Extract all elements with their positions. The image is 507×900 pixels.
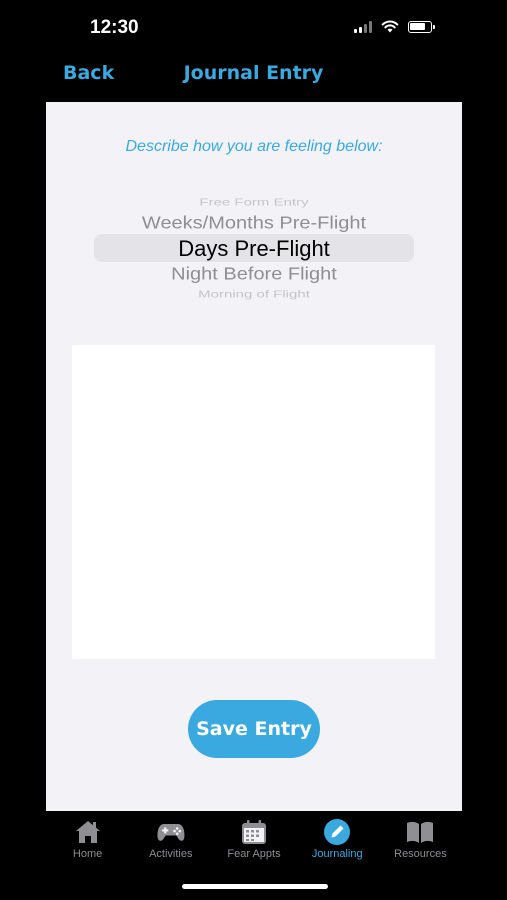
feeling-prompt: Describe how you are feeling below: (125, 138, 383, 155)
save-entry-button[interactable]: Save Entry (188, 700, 320, 758)
pencil-icon (322, 819, 352, 845)
tab-journaling[interactable]: Journaling (296, 811, 379, 871)
tab-activities[interactable]: Activities (129, 811, 212, 871)
wifi-icon (381, 20, 399, 33)
home-icon (73, 819, 103, 845)
tab-label: Fear Appts (227, 848, 281, 860)
picker-option-selected[interactable]: Days Pre-Flight (92, 236, 416, 262)
screen: 12:30 Back Journal Entry Describe how yo… (0, 0, 507, 900)
page-title: Journal Entry (183, 62, 324, 84)
picker-option[interactable]: Free Form Entry (92, 197, 416, 209)
home-indicator[interactable] (182, 884, 328, 889)
status-time: 12:30 (90, 17, 139, 38)
tab-resources[interactable]: Resources (379, 811, 462, 871)
picker-option[interactable]: Morning of Flight (92, 289, 416, 301)
journal-text-input[interactable] (72, 345, 435, 659)
picker-option[interactable]: Night Before Flight (92, 264, 416, 285)
entry-type-picker[interactable]: Free Form Entry Weeks/Months Pre-Flight … (92, 188, 416, 304)
tab-label: Journaling (311, 848, 363, 860)
tab-label: Activities (149, 848, 193, 860)
tab-label: Resources (394, 848, 447, 860)
tab-home[interactable]: Home (46, 811, 129, 871)
tab-fear-appts[interactable]: Fear Appts (212, 811, 295, 871)
gamepad-icon (156, 819, 186, 845)
picker-option[interactable]: Weeks/Months Pre-Flight (92, 213, 416, 234)
tab-label: Home (72, 848, 103, 860)
battery-icon (408, 20, 435, 33)
status-icons (354, 20, 435, 33)
cellular-signal-icon (354, 20, 372, 33)
nav-bar: Back Journal Entry (0, 56, 507, 96)
journal-entry-card: Describe how you are feeling below: Free… (46, 102, 462, 811)
status-bar: 12:30 (0, 0, 507, 56)
book-icon (405, 819, 435, 845)
tab-bar: Home Activities Fear Appts Journaling Re… (46, 811, 462, 871)
calendar-icon (239, 819, 269, 845)
